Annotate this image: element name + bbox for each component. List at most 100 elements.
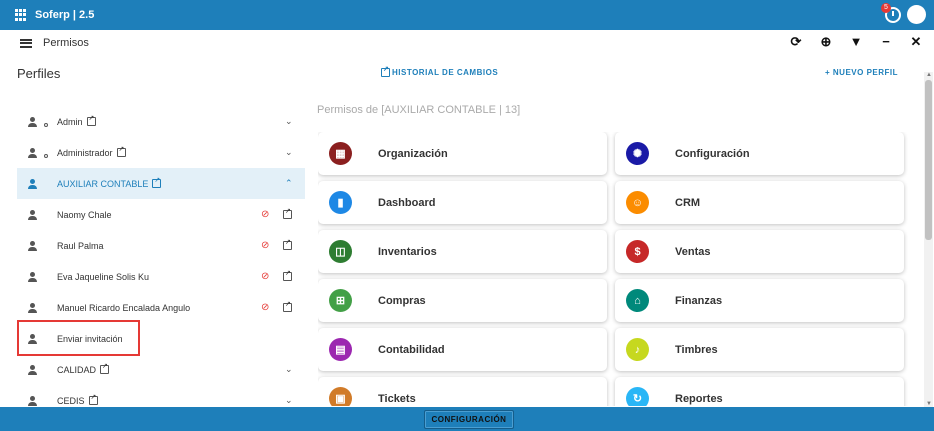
vertical-scrollbar[interactable]: ▲ ▼ xyxy=(924,72,933,407)
module-card-tickets[interactable]: ▣ Tickets xyxy=(318,377,607,406)
module-label: Compras xyxy=(378,294,426,307)
profile-item-administrador[interactable]: Administrador ⌄ xyxy=(17,137,305,168)
bar-chart-icon: ▮ xyxy=(329,191,352,214)
module-card-contabilidad[interactable]: ▤ Contabilidad xyxy=(318,328,607,371)
open-external-icon[interactable] xyxy=(100,362,110,374)
link-off-icon[interactable]: ⊘ xyxy=(261,209,269,220)
user-label: Raul Palma xyxy=(57,240,104,251)
ledger-icon: ▤ xyxy=(329,338,352,361)
profile-item-auxiliar-contable[interactable]: AUXILIAR CONTABLE ⌃ xyxy=(17,168,305,199)
close-icon[interactable]: ✕ xyxy=(908,34,924,50)
history-clock-icon[interactable]: 5 xyxy=(881,2,901,23)
module-card-configuracion[interactable]: ✺ Configuración xyxy=(615,132,904,175)
person-icon xyxy=(27,240,37,251)
scrollbar-thumb[interactable] xyxy=(925,80,932,240)
module-card-timbres[interactable]: ♪ Timbres xyxy=(615,328,904,371)
configuration-button[interactable]: CONFIGURACIÓN xyxy=(424,410,514,429)
building-icon: ▦ xyxy=(329,142,352,165)
module-card-inventarios[interactable]: ◫ Inventarios xyxy=(318,230,607,273)
person-icon xyxy=(27,178,37,189)
link-off-icon[interactable]: ⊘ xyxy=(261,271,269,282)
hamburger-menu-icon[interactable] xyxy=(20,38,32,48)
apps-grid-icon[interactable] xyxy=(15,9,27,21)
profile-label: CEDIS xyxy=(57,395,85,406)
chevron-down-icon[interactable]: ⌄ xyxy=(285,116,293,127)
box-icon: ◫ xyxy=(329,240,352,263)
history-changes-label: HISTORIAL DE CAMBIOS xyxy=(392,68,499,77)
ticket-icon: ▣ xyxy=(329,387,352,406)
open-external-icon[interactable] xyxy=(116,145,126,157)
module-label: Organización xyxy=(378,147,448,160)
person-icon xyxy=(27,364,37,375)
scroll-up-icon[interactable]: ▲ xyxy=(926,72,932,78)
module-label: Dashboard xyxy=(378,196,436,209)
link-off-icon[interactable]: ⊘ xyxy=(261,240,269,251)
chevron-down-icon[interactable]: ⌄ xyxy=(285,395,293,406)
person-gear-icon xyxy=(27,116,48,127)
module-label: Contabilidad xyxy=(378,343,445,356)
user-label: Eva Jaqueline Solis Ku xyxy=(57,271,150,282)
person-icon xyxy=(27,395,37,406)
profile-label: AUXILIAR CONTABLE xyxy=(57,178,149,189)
new-profile-button[interactable]: + NUEVO PERFIL xyxy=(825,68,898,77)
open-external-icon[interactable] xyxy=(86,114,96,126)
user-label: Naomy Chale xyxy=(57,209,112,220)
open-external-icon[interactable] xyxy=(283,207,292,219)
profile-item-admin[interactable]: Admin ⌄ xyxy=(17,106,305,137)
module-label: CRM xyxy=(675,196,701,209)
minimize-icon[interactable]: − xyxy=(878,34,894,50)
module-card-ventas[interactable]: $ Ventas xyxy=(615,230,904,273)
profile-item-calidad[interactable]: CALIDAD ⌄ xyxy=(17,354,305,385)
filter-icon[interactable]: ▼ xyxy=(848,34,864,50)
gear-icon: ✺ xyxy=(626,142,649,165)
profiles-list: Admin ⌄ Administrador ⌄ AUXILIAR CONTABL… xyxy=(17,106,305,406)
module-card-reportes[interactable]: ↻ Reportes xyxy=(615,377,904,406)
module-label: Configuración xyxy=(675,147,750,160)
chevron-up-icon[interactable]: ⌃ xyxy=(285,178,293,189)
person-icon xyxy=(27,271,37,282)
module-card-crm[interactable]: ☺ CRM xyxy=(615,181,904,224)
module-card-dashboard[interactable]: ▮ Dashboard xyxy=(318,181,607,224)
profile-label: CALIDAD xyxy=(57,364,97,375)
user-item: Eva Jaqueline Solis Ku ⊘ xyxy=(17,261,305,292)
profile-label: Administrador xyxy=(57,147,113,158)
profiles-heading: Perfiles xyxy=(17,66,61,81)
user-item: Naomy Chale ⊘ xyxy=(17,199,305,230)
open-external-icon[interactable] xyxy=(283,269,292,281)
link-off-icon[interactable]: ⊘ xyxy=(261,302,269,313)
module-card-organizacion[interactable]: ▦ Organización xyxy=(318,132,607,175)
app-brand: Soferp | 2.5 xyxy=(35,9,95,21)
person-gear-icon xyxy=(27,147,48,158)
avatar[interactable] xyxy=(907,5,926,24)
person-icon: ☺ xyxy=(626,191,649,214)
open-external-icon[interactable] xyxy=(283,238,292,250)
module-label: Finanzas xyxy=(675,294,723,307)
price-tag-icon: $ xyxy=(626,240,649,263)
module-label: Reportes xyxy=(675,392,723,405)
history-changes-link[interactable]: HISTORIAL DE CAMBIOS xyxy=(381,65,499,77)
person-icon xyxy=(27,209,37,220)
module-label: Tickets xyxy=(378,392,416,405)
modules-grid: ▦ Organización ✺ Configuración ▮ Dashboard … xyxy=(318,132,908,406)
bottom-bar: CONFIGURACIÓN xyxy=(0,407,934,431)
notification-badge: 5 xyxy=(881,2,891,13)
profile-item-cedis[interactable]: CEDIS ⌄ xyxy=(17,385,305,406)
report-icon: ↻ xyxy=(626,387,649,406)
chevron-down-icon[interactable]: ⌄ xyxy=(285,364,293,375)
person-icon xyxy=(27,302,37,313)
module-card-finanzas[interactable]: ⌂ Finanzas xyxy=(615,279,904,322)
open-external-icon[interactable] xyxy=(152,176,162,188)
open-external-icon[interactable] xyxy=(283,300,292,312)
open-external-icon[interactable] xyxy=(88,393,98,405)
module-card-compras[interactable]: ⊞ Compras xyxy=(318,279,607,322)
profile-label: Admin xyxy=(57,116,83,127)
user-label: Manuel Ricardo Encalada Angulo xyxy=(57,302,191,313)
user-item: Raul Palma ⊘ xyxy=(17,230,305,261)
module-label: Inventarios xyxy=(378,245,437,258)
refresh-icon[interactable]: ⟳ xyxy=(788,34,804,50)
chevron-down-icon[interactable]: ⌄ xyxy=(285,147,293,158)
page-toolbar: Permisos ⟳ ⊕ ▼ − ✕ xyxy=(0,30,934,56)
add-circle-icon[interactable]: ⊕ xyxy=(818,34,834,50)
highlight-box xyxy=(17,320,140,356)
bank-icon: ⌂ xyxy=(626,289,649,312)
